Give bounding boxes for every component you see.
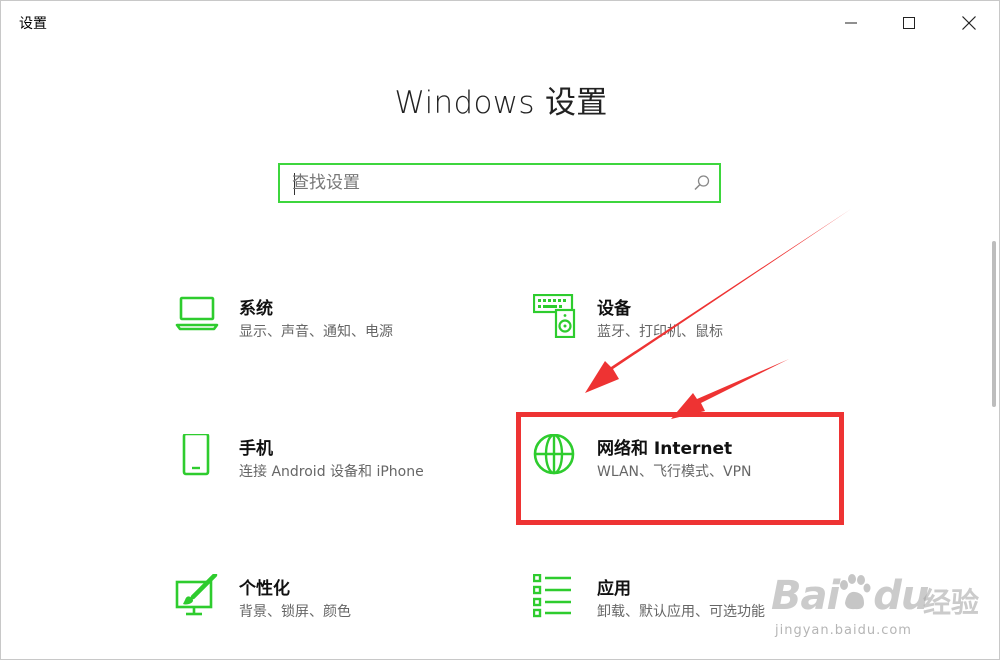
close-button[interactable] <box>939 1 999 45</box>
maximize-icon <box>903 17 915 29</box>
window-title: 设置 <box>19 16 47 32</box>
tile-apps-desc: 卸载、默认应用、可选功能 <box>597 604 765 620</box>
watermark: Bai du 经验 jingyan.baidu.com <box>771 561 981 651</box>
search-box[interactable] <box>278 163 721 203</box>
minimize-icon <box>845 22 857 24</box>
devices-icon <box>533 294 576 338</box>
tile-apps-name: 应用 <box>597 579 631 599</box>
arrow-short <box>671 359 789 419</box>
tile-system-name: 系统 <box>239 299 273 319</box>
tile-system[interactable]: 系统 显示、声音、通知、电源 <box>175 294 505 364</box>
phone-icon <box>182 434 210 476</box>
title-bar[interactable]: 设置 <box>1 1 999 45</box>
paint-icon <box>175 574 218 616</box>
tile-devices-name: 设备 <box>597 299 631 319</box>
page-title: Windows 设置 <box>394 85 608 121</box>
search-input[interactable] <box>292 170 682 196</box>
scrollbar[interactable] <box>992 241 996 407</box>
tile-phone-name: 手机 <box>239 439 273 459</box>
tile-personalization-name: 个性化 <box>239 579 290 599</box>
tile-personalization-desc: 背景、锁屏、颜色 <box>239 604 351 620</box>
minimize-button[interactable] <box>821 1 881 45</box>
watermark-text: 经验 <box>923 586 980 619</box>
watermark-url: jingyan.baidu.com <box>775 623 912 638</box>
settings-window: 设置 Windows 设置 系统 显示、声音、通知、电源 <box>0 0 1000 660</box>
maximize-button[interactable] <box>879 1 939 45</box>
tile-phone[interactable]: 手机 连接 Android 设备和 iPhone <box>175 434 505 504</box>
tile-devices-desc: 蓝牙、打印机、鼠标 <box>597 324 723 340</box>
tile-system-desc: 显示、声音、通知、电源 <box>239 324 393 340</box>
search-icon[interactable] <box>693 174 711 192</box>
laptop-icon <box>175 296 219 331</box>
tile-personalization[interactable]: 个性化 背景、锁屏、颜色 <box>175 574 505 644</box>
apps-list-icon <box>533 574 571 618</box>
tile-phone-desc: 连接 Android 设备和 iPhone <box>239 464 424 480</box>
highlight-box <box>516 412 844 525</box>
paw-icon <box>840 574 871 610</box>
tile-devices[interactable]: 设备 蓝牙、打印机、鼠标 <box>533 294 863 364</box>
close-icon <box>962 16 976 30</box>
